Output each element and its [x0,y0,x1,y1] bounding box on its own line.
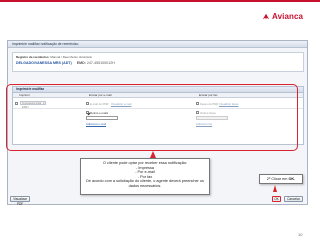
top-brand-stripe [0,0,320,2]
emd-label: EMD: [76,61,86,65]
brand-logo-text: Avianca [272,12,304,21]
passenger-line: DELGADO/VANESSA MRS (ADT) EMD: 247-45510… [16,60,300,66]
callout-line: dados necessários. [128,183,162,188]
highlight-frame [6,84,298,151]
refund-record-value: Manual / Reembolso Voluntário [50,55,93,59]
emd-value: 247-455100012H [86,61,115,65]
passenger-name: DELGADO/VANESSA MRS (ADT) [16,61,72,65]
cancel-button[interactable]: Cancelar [284,196,303,202]
click-ok-note: 2º Clicar em OK. [259,174,303,184]
click-note-bold: OK. [288,177,296,181]
brand-logo: Avianca [262,12,303,21]
refund-info-box: Registro de reembolso: Manual / Reembols… [12,52,304,72]
window-title: Imprimir/e mail/fax notificação de reemb… [8,41,307,48]
refund-record-label: Registro de reembolso: [16,55,50,59]
click-arrow-icon [273,185,277,192]
page-number: 10 [298,232,303,237]
avianca-bird-icon [262,13,270,19]
instruction-callout: O cliente pode optar por receber essa no… [80,158,210,195]
view-pdf-button[interactable]: Visualizar PDF [10,196,30,206]
click-note-prefix: 2º Clicar em [266,177,289,181]
callout-arrow-icon [150,151,156,158]
ok-button[interactable]: OK [272,196,281,202]
